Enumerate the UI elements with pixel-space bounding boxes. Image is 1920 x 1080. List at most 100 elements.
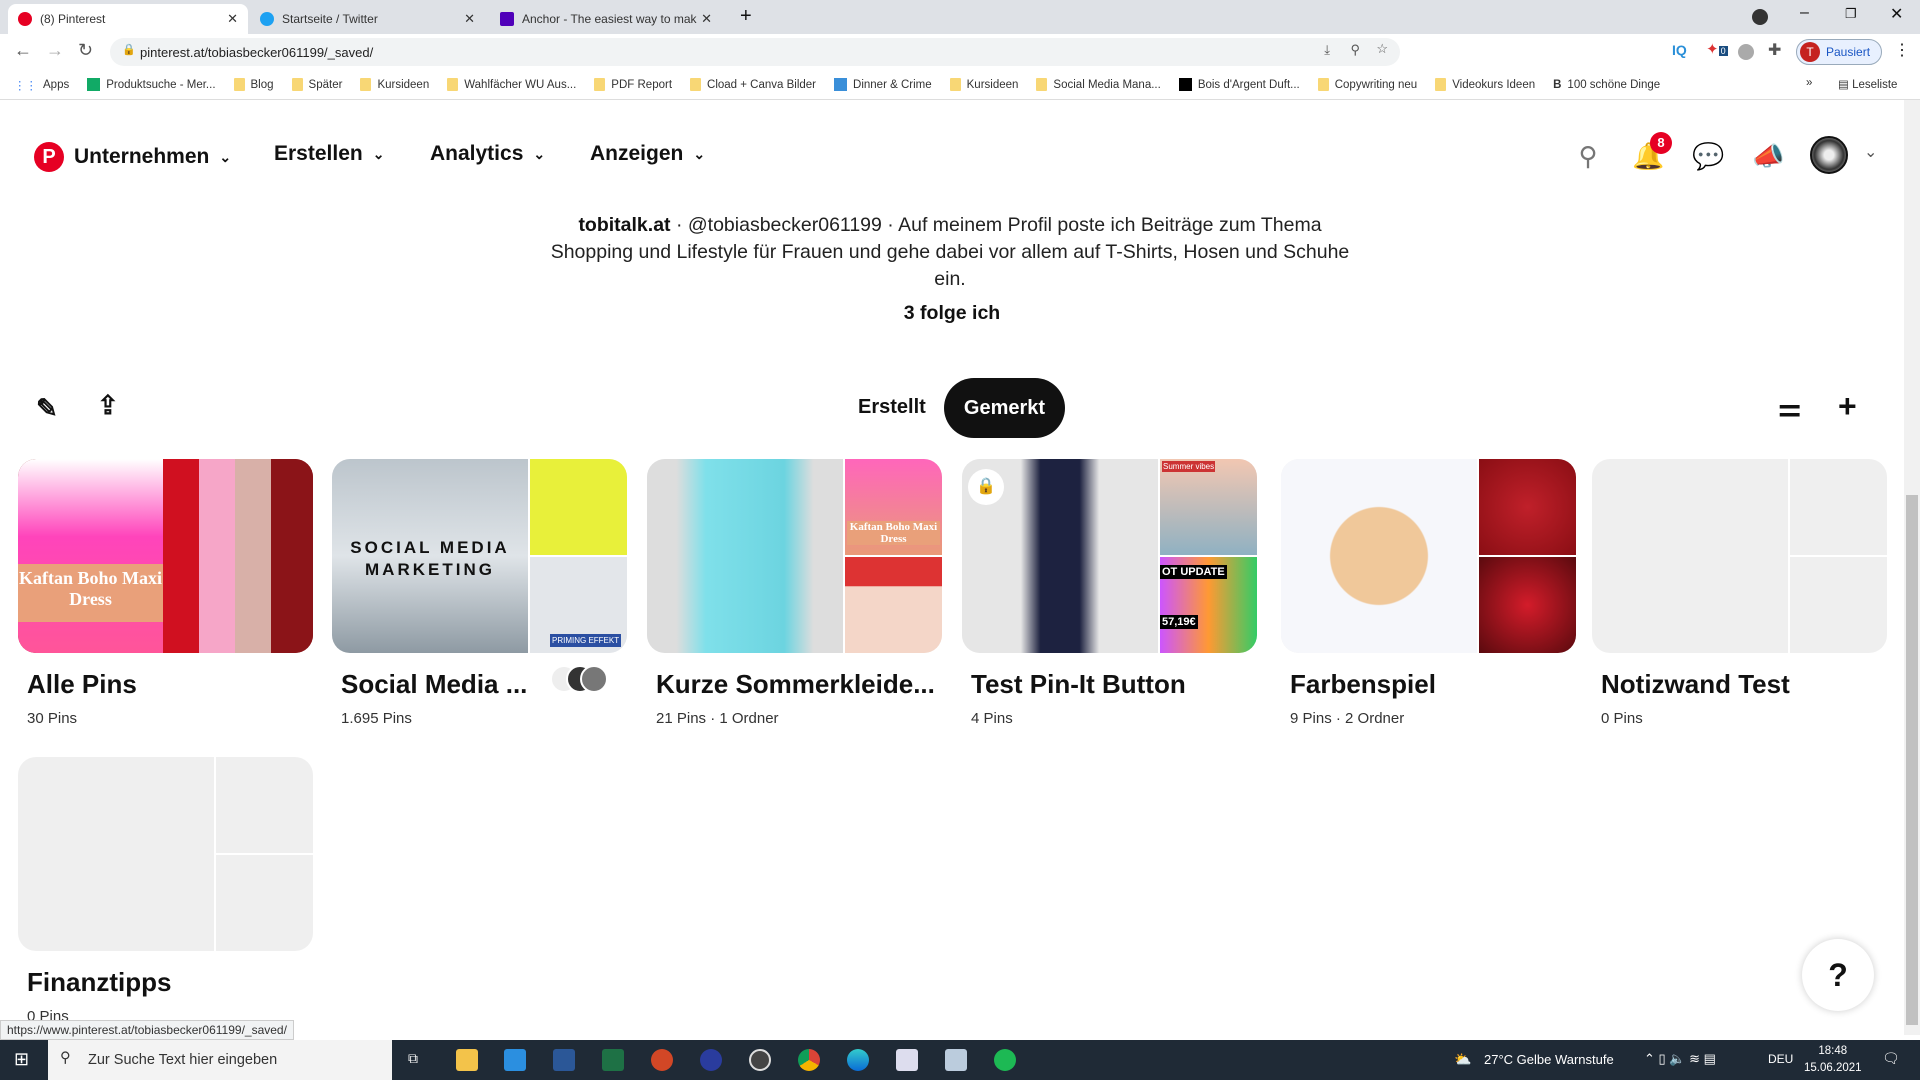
tab-search-icon[interactable] <box>1752 9 1768 25</box>
app-icon[interactable] <box>896 1049 918 1071</box>
nav-analytics[interactable]: Analytics ⌄ <box>430 142 545 166</box>
app-icon[interactable] <box>700 1049 722 1071</box>
profile-about: tobitalk.at · @tobiasbecker061199 · Auf … <box>550 214 1350 290</box>
tab-twitter[interactable]: Startseite / Twitter ✕ <box>250 4 485 34</box>
zoom-icon[interactable]: ⚲ <box>1350 42 1360 58</box>
filter-sliders-icon[interactable]: ⚌ <box>1778 392 1801 423</box>
restore-button[interactable]: ❐ <box>1845 6 1857 22</box>
bookmark-folder[interactable]: Social Media Mana... <box>1036 78 1161 91</box>
windows-start-icon[interactable]: ⊞ <box>14 1049 29 1070</box>
tab-anchor[interactable]: Anchor - The easiest way to mak ✕ <box>490 4 722 34</box>
reading-list-button[interactable]: ▤ Leseliste <box>1838 77 1897 91</box>
edge-icon[interactable] <box>847 1049 869 1071</box>
bookmark-folder[interactable]: Blog <box>233 78 274 91</box>
extensions-puzzle-icon[interactable]: ✚ <box>1768 40 1781 60</box>
bookmark-folder[interactable]: Wahlfächer WU Aus... <box>447 78 576 91</box>
nav-anzeigen[interactable]: Anzeigen ⌄ <box>590 142 705 166</box>
close-window-button[interactable]: ✕ <box>1890 4 1903 24</box>
bookmark[interactable]: Produktsuche - Mer... <box>87 78 216 91</box>
bookmark-folder[interactable]: Copywriting neu <box>1317 78 1417 91</box>
tab-created[interactable]: Erstellt <box>858 396 926 419</box>
file-explorer-icon[interactable] <box>456 1049 478 1071</box>
forward-icon[interactable]: → <box>46 40 64 61</box>
weather-text[interactable]: 27°C Gelbe Warnstufe <box>1484 1052 1614 1067</box>
bookmark-folder[interactable]: Kursideen <box>949 78 1018 91</box>
word-icon[interactable] <box>553 1049 575 1071</box>
taskbar-search-input[interactable]: ⚲ Zur Suche Text hier eingeben <box>48 1040 392 1080</box>
reload-icon[interactable]: ↻ <box>78 40 93 61</box>
adblock-icon[interactable] <box>1738 44 1754 60</box>
pinterest-header: P Unternehmen ⌄ Erstellen ⌄ Analytics ⌄ Anze… <box>0 130 1900 180</box>
anchor-favicon <box>500 12 514 26</box>
chrome-icon[interactable] <box>798 1049 820 1071</box>
bookmarks-overflow-button[interactable]: » <box>1806 77 1812 89</box>
back-icon[interactable]: ← <box>14 40 32 61</box>
add-plus-icon[interactable]: + <box>1838 388 1857 425</box>
avatar[interactable] <box>1810 136 1848 174</box>
spotify-icon[interactable] <box>994 1049 1016 1071</box>
following-count[interactable]: 3 folge ich <box>0 302 1904 325</box>
bookmark-folder[interactable]: Kursideen <box>360 78 429 91</box>
bookmark-apps[interactable]: ⋮⋮ Apps <box>14 78 69 92</box>
excel-icon[interactable] <box>602 1049 624 1071</box>
messages-icon[interactable]: 💬 <box>1692 140 1724 172</box>
extension-icon[interactable]: ✦ 0 <box>1706 40 1728 58</box>
cover-text: SOCIAL MEDIA MARKETING <box>350 538 510 579</box>
iq-extension-icon[interactable]: IQ <box>1672 42 1687 58</box>
board-social-media[interactable]: SOCIAL MEDIA MARKETING PRIMING EFFEKT So… <box>332 459 627 727</box>
account-chevron-down-icon[interactable]: ⌄ <box>1864 142 1877 162</box>
bookmark-folder[interactable]: Videokurs Ideen <box>1435 78 1535 91</box>
tab-saved[interactable]: Gemerkt <box>944 378 1065 438</box>
profile-button[interactable]: T Pausiert <box>1796 39 1882 65</box>
folder-icon <box>690 78 702 91</box>
close-tab-icon[interactable]: ✕ <box>227 11 238 27</box>
bookmark-folder[interactable]: PDF Report <box>594 78 672 91</box>
pinterest-logo-icon[interactable]: P <box>34 142 64 172</box>
share-upload-icon[interactable]: ⇪ <box>97 390 119 421</box>
system-tray-icons[interactable]: ⌃ ▯ 🔈 ≋ ▤ <box>1644 1051 1716 1067</box>
bookmark-star-icon[interactable]: ☆ <box>1376 41 1388 57</box>
search-icon[interactable]: ⚲ <box>1572 140 1604 172</box>
task-view-icon[interactable]: ⧉ <box>408 1050 418 1067</box>
profile-label: Pausiert <box>1826 45 1871 59</box>
notification-center-icon[interactable]: 🗨 <box>1882 1050 1900 1067</box>
tab-pinterest[interactable]: (8) Pinterest ✕ <box>8 4 248 34</box>
folder-icon <box>233 78 245 91</box>
board-notizwand-test[interactable]: Notizwand Test 0 Pins <box>1592 459 1887 727</box>
pinterest-favicon <box>18 12 32 26</box>
mail-icon[interactable] <box>504 1049 526 1071</box>
edit-pencil-icon[interactable]: ✎ <box>36 393 58 424</box>
board-finanztipps[interactable]: Finanztipps 0 Pins <box>18 757 313 1025</box>
install-icon[interactable]: ⤓ <box>1324 42 1330 58</box>
obs-icon[interactable] <box>749 1049 771 1071</box>
close-tab-icon[interactable]: ✕ <box>701 11 712 27</box>
scrollbar-thumb[interactable] <box>1906 495 1918 1025</box>
app-icon[interactable] <box>945 1049 967 1071</box>
url-input[interactable]: 🔒 pinterest.at/tobiasbecker061199/_saved/… <box>110 38 1400 66</box>
close-tab-icon[interactable]: ✕ <box>464 11 475 27</box>
bookmark-folder[interactable]: Später <box>291 78 342 91</box>
notifications-bell-icon[interactable]: 🔔 8 <box>1632 132 1672 172</box>
bookmark[interactable]: B 100 schöne Dinge <box>1553 79 1660 91</box>
language-indicator[interactable]: DEU <box>1768 1052 1793 1066</box>
nav-unternehmen[interactable]: P Unternehmen ⌄ <box>34 142 231 172</box>
bookmark-folder[interactable]: Cload + Canva Bilder <box>690 78 816 91</box>
bookmark[interactable]: Bois d'Argent Duft... <box>1178 78 1300 91</box>
new-tab-button[interactable]: + <box>740 5 752 28</box>
minimize-button[interactable]: – <box>1800 4 1809 22</box>
powerpoint-icon[interactable] <box>651 1049 673 1071</box>
menu-icon[interactable]: ⋮ <box>1894 40 1910 60</box>
board-test-pin-it-button[interactable]: 🔒 Summer vibes OT UPDATE 57,19€ Test Pin-I… <box>962 459 1257 727</box>
bookmark[interactable]: Dinner & Crime <box>834 78 932 91</box>
board-farbenspiel[interactable]: Farbenspiel 9 Pins · 2 Ordner <box>1281 459 1576 727</box>
clock[interactable]: 18:48 15.06.2021 <box>1804 1043 1862 1077</box>
nav-erstellen[interactable]: Erstellen ⌄ <box>274 142 384 166</box>
board-alle-pins[interactable]: Kaftan Boho Maxi Dress Alle Pins 30 Pins <box>18 459 313 727</box>
board-kurze-sommerkleider[interactable]: Kaftan Boho Maxi Dress Kurze Sommerkleid… <box>647 459 942 727</box>
board-count: 0 Pins <box>1601 710 1643 727</box>
board-title: Kurze Sommerkleide... <box>656 669 935 699</box>
board-count: 1.695 Pins <box>341 710 412 727</box>
announcements-icon[interactable]: 📣 <box>1752 140 1784 172</box>
help-button[interactable]: ? <box>1802 939 1874 1011</box>
board-title: Alle Pins <box>27 669 137 699</box>
